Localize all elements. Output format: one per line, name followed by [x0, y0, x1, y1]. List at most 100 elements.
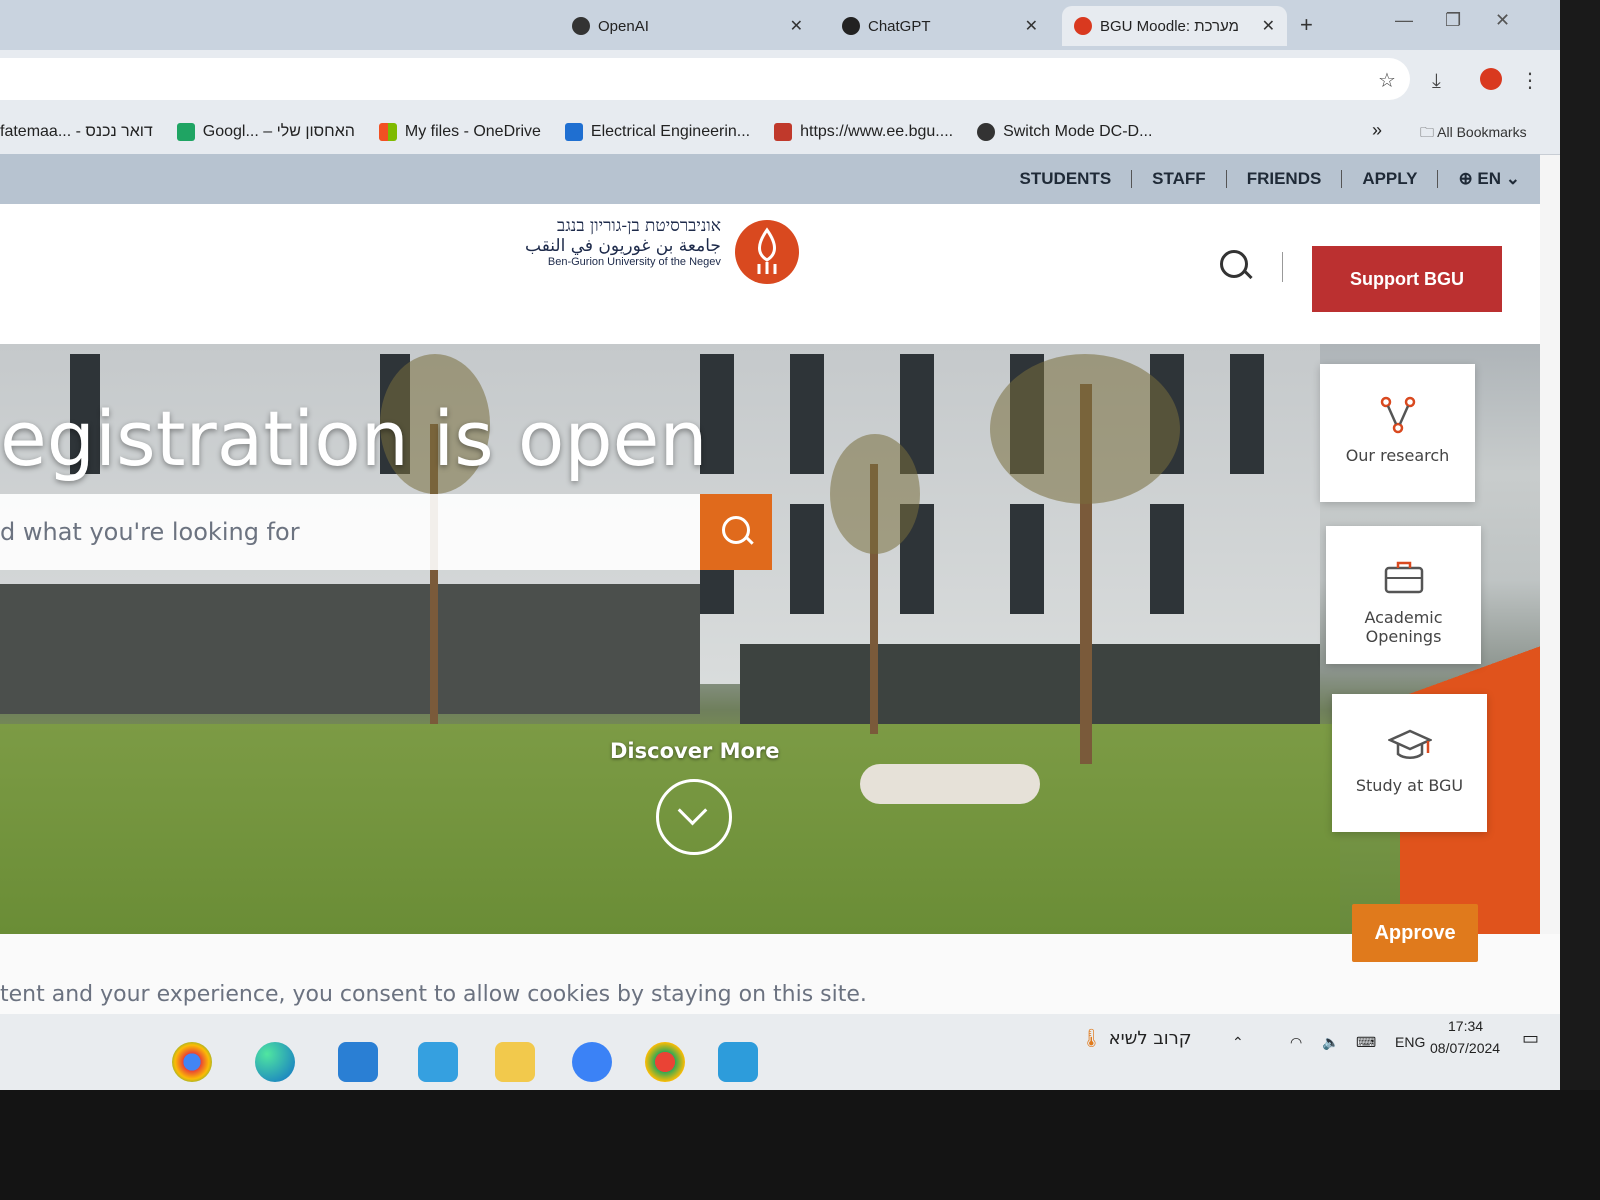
building-window — [1230, 354, 1264, 474]
close-tab-icon[interactable]: ✕ — [1025, 16, 1038, 36]
building-ground-floor — [0, 584, 700, 714]
bookmark-onedrive[interactable]: My files - OneDrive — [378, 123, 541, 141]
bookmark-gmail[interactable]: fatemaa... - דואר נכנס — [0, 123, 153, 141]
monitor-bezel — [0, 1090, 1600, 1200]
maximize-button[interactable]: ❐ — [1445, 10, 1461, 31]
tab-openai[interactable]: OpenAI ✕ — [560, 6, 815, 46]
tab-label: ChatGPT — [868, 17, 931, 35]
card-our-research[interactable]: Our research — [1320, 364, 1475, 502]
scroll-down-icon[interactable] — [656, 779, 732, 855]
tab-chatgpt[interactable]: ChatGPT ✕ — [830, 6, 1050, 46]
new-tab-button[interactable]: + — [1300, 12, 1313, 38]
edge-icon[interactable] — [255, 1042, 295, 1082]
approve-cookies-button[interactable]: Approve — [1352, 904, 1478, 962]
building-window — [1150, 504, 1184, 614]
card-study-at-bgu[interactable]: Study at BGU — [1332, 694, 1487, 832]
bookmark-electrical-engineering[interactable]: Electrical Engineerin... — [564, 123, 751, 141]
chatgpt-icon — [842, 17, 860, 35]
bookmark-label: Switch Mode DC-D... — [1003, 123, 1153, 140]
close-tab-icon[interactable]: ✕ — [1262, 16, 1275, 36]
clock-time[interactable]: 17:34 — [1448, 1018, 1483, 1034]
google-drive-icon — [176, 123, 195, 141]
address-bar[interactable] — [0, 58, 1410, 100]
site-header: אוניברסיטת בן-גוריון בנגב جامعة بن غوريو… — [0, 204, 1540, 312]
all-bookmarks-button[interactable]: 🗀 All Bookmarks — [1420, 122, 1527, 146]
more-bookmarks-button[interactable]: » — [1372, 120, 1382, 141]
download-icon[interactable]: ⤓ — [1432, 68, 1441, 92]
chrome-icon[interactable] — [172, 1042, 212, 1082]
menu-icon[interactable]: ⋮ — [1520, 68, 1540, 92]
folder-icon: 🗀 — [1420, 124, 1438, 140]
windows-taskbar: 🌡 קרוב לשיא ⌃ ◠ 🔈 ⌨ ENG 17:34 08/07/2024… — [0, 1014, 1560, 1090]
mail-icon[interactable] — [338, 1042, 378, 1082]
minimize-button[interactable]: — — [1395, 10, 1413, 31]
pma-icon — [774, 123, 793, 141]
clock-date[interactable]: 08/07/2024 — [1430, 1040, 1500, 1056]
chrome-profile-icon[interactable] — [645, 1042, 685, 1082]
bgu-logo-icon[interactable] — [735, 220, 799, 284]
bookmark-ee-bgu[interactable]: https://www.ee.bgu.... — [774, 123, 953, 141]
tab-label: BGU Moodle: מערכת — [1100, 17, 1239, 35]
globe-icon — [977, 123, 996, 141]
nav-staff[interactable]: STAFF — [1132, 169, 1226, 189]
building-window — [790, 504, 824, 614]
star-icon[interactable]: ☆ — [1378, 68, 1396, 92]
bookmark-google-drive[interactable]: Googl... – האחסון שלי — [176, 123, 355, 141]
browser-tab-strip: OpenAI ✕ ChatGPT ✕ BGU Moodle: מערכת ✕ +… — [0, 0, 1560, 50]
weather-widget[interactable]: 🌡 קרוב לשיא — [1080, 1028, 1192, 1049]
discover-more-label[interactable]: Discover More — [610, 739, 780, 763]
input-language[interactable]: ENG — [1395, 1034, 1425, 1050]
wifi-icon[interactable]: ◠ — [1290, 1034, 1302, 1051]
building-window — [1010, 504, 1044, 614]
bookmark-label: Electrical Engineerin... — [590, 123, 751, 140]
store-icon[interactable] — [572, 1042, 612, 1082]
hero-banner: egistration is open d what you're lookin… — [0, 344, 1540, 934]
bookmarks-bar: fatemaa... - דואר נכנס Googl... – האחסון… — [0, 110, 1560, 155]
nav-students[interactable]: STUDENTS — [1000, 169, 1132, 189]
profile-avatar[interactable] — [1480, 68, 1502, 90]
cookie-text: tent and your experience, you consent to… — [0, 982, 867, 1007]
file-explorer-icon[interactable] — [495, 1042, 535, 1082]
photos-icon[interactable] — [718, 1042, 758, 1082]
volume-icon[interactable]: 🔈 — [1322, 1034, 1339, 1051]
search-icon — [722, 516, 750, 544]
language-label: EN — [1477, 169, 1502, 188]
browser-toolbar: ☆ ⤓ ⋮ — [0, 50, 1560, 110]
close-tab-icon[interactable]: ✕ — [790, 16, 803, 36]
thermometer-icon: 🌡 — [1080, 1028, 1109, 1049]
tab-bgu-moodle[interactable]: BGU Moodle: מערכת ✕ — [1062, 6, 1287, 46]
building-ground-floor — [740, 644, 1320, 734]
chevron-down-icon: ⌄ — [1501, 169, 1520, 188]
bookmark-label: My files - OneDrive — [404, 123, 541, 140]
search-icon[interactable] — [1220, 250, 1248, 278]
card-label: Study at BGU — [1355, 776, 1464, 795]
cookie-banner: tent and your experience, you consent to… — [0, 904, 1560, 1014]
tree-foliage — [990, 354, 1180, 504]
tree-foliage — [830, 434, 920, 554]
openai-icon — [572, 17, 590, 35]
notification-icon[interactable]: ▭ — [1522, 1028, 1539, 1049]
graduation-cap-icon — [1386, 726, 1433, 764]
nav-apply[interactable]: APPLY — [1342, 169, 1437, 189]
globe-icon: ⊕ — [1458, 169, 1478, 188]
hero-search-input[interactable]: d what you're looking for — [0, 494, 700, 570]
bookmark-switch-mode[interactable]: Switch Mode DC-D... — [977, 123, 1152, 141]
support-bgu-button[interactable]: Support BGU — [1312, 246, 1502, 312]
weather-text: קרוב לשיא — [1108, 1028, 1192, 1049]
card-label: Academic Openings — [1364, 608, 1443, 646]
show-hidden-icons-button[interactable]: ⌃ — [1232, 1034, 1244, 1051]
network-icon — [1376, 396, 1420, 434]
hero-search-button[interactable] — [700, 494, 772, 570]
card-academic-openings[interactable]: Academic Openings — [1326, 526, 1481, 664]
university-logo-text[interactable]: אוניברסיטת בן-גוריון בנגב جامعة بن غوريو… — [525, 216, 721, 268]
screen: OpenAI ✕ ChatGPT ✕ BGU Moodle: מערכת ✕ +… — [0, 0, 1560, 1090]
building-window — [790, 354, 824, 474]
hero-headline: egistration is open — [0, 394, 708, 483]
nav-friends[interactable]: FRIENDS — [1227, 169, 1342, 189]
close-window-button[interactable]: ✕ — [1495, 10, 1510, 31]
files-app-icon[interactable] — [418, 1042, 458, 1082]
language-selector[interactable]: ⊕ EN ⌄ — [1438, 169, 1540, 189]
keyboard-icon[interactable]: ⌨ — [1356, 1034, 1376, 1051]
logo-hebrew: אוניברסיטת בן-גוריון בנגב — [557, 216, 721, 236]
stone-bench — [860, 764, 1040, 804]
